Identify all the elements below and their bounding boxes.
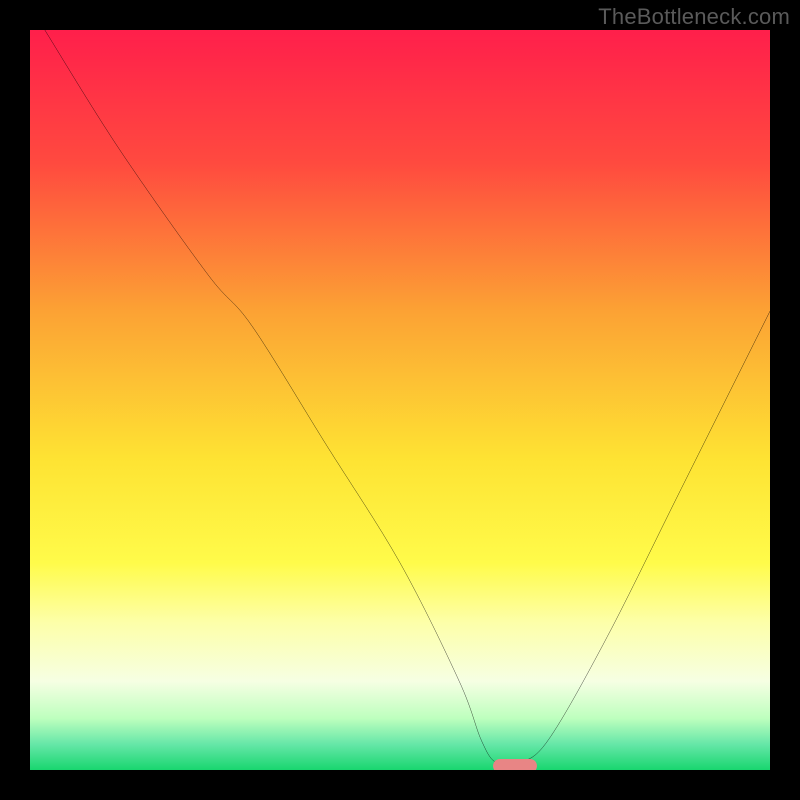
chart-frame: TheBottleneck.com <box>0 0 800 800</box>
optimal-range-pill <box>493 759 537 770</box>
plot-area <box>30 30 770 770</box>
bottleneck-curve <box>30 30 770 770</box>
watermark-text: TheBottleneck.com <box>598 4 790 30</box>
